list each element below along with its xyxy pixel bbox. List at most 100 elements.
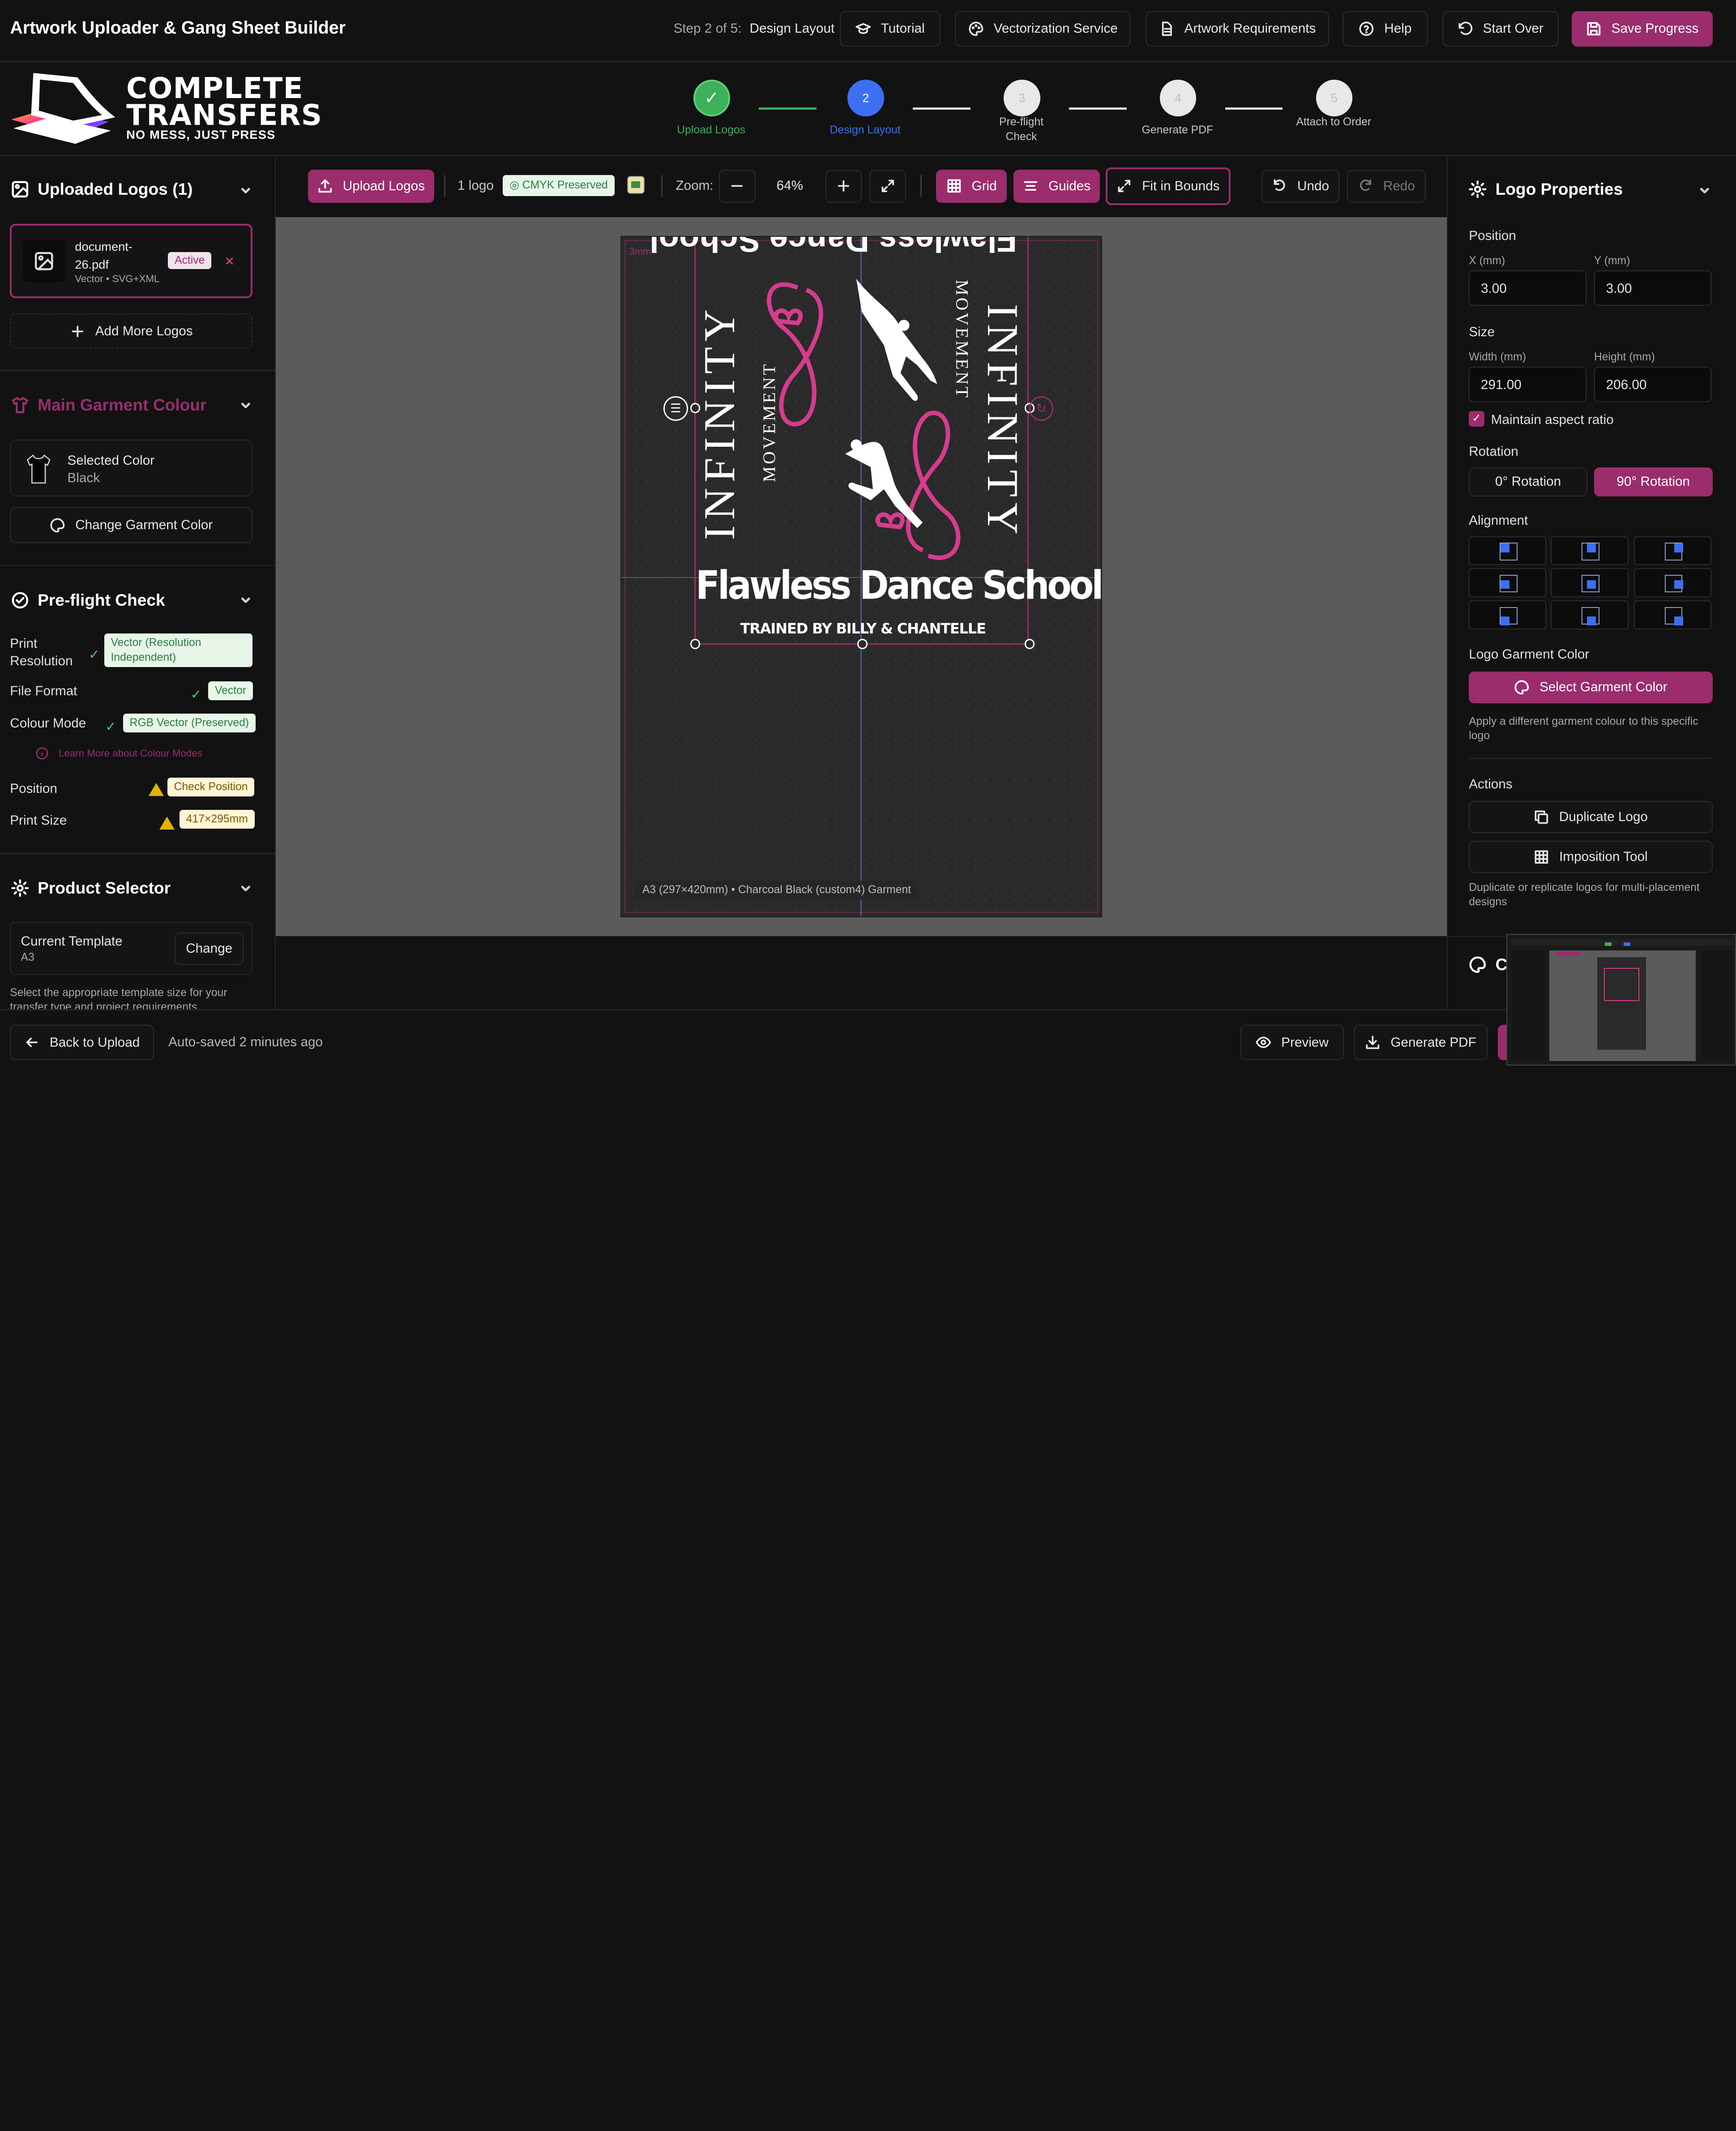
- generate-pdf-button[interactable]: Generate PDF: [1353, 1024, 1488, 1061]
- y-input[interactable]: 3.00: [1594, 270, 1712, 306]
- width-input[interactable]: 291.00: [1469, 367, 1586, 402]
- logo-count: 1 logo: [457, 178, 494, 193]
- chevron-down-icon[interactable]: [239, 594, 252, 607]
- learn-colour-modes-link[interactable]: Learn More about Colour Modes: [35, 747, 202, 760]
- align-button-r1c3[interactable]: [1633, 536, 1712, 565]
- step-5-circle[interactable]: 5: [1316, 80, 1353, 116]
- remove-logo-icon[interactable]: ✕: [224, 254, 235, 269]
- align-center-icon: [1024, 181, 1038, 191]
- grid-toggle-button[interactable]: Grid: [936, 169, 1007, 203]
- aspect-ratio-checkbox[interactable]: ✓: [1469, 411, 1484, 427]
- guides-toggle-button[interactable]: Guides: [1013, 169, 1100, 203]
- rotation-90-button[interactable]: 90° Rotation: [1594, 467, 1713, 496]
- align-icon: [1500, 607, 1518, 626]
- uploaded-logos-header[interactable]: Uploaded Logos (1): [11, 180, 192, 199]
- x-input[interactable]: 3.00: [1469, 270, 1586, 306]
- plus-icon: [838, 180, 850, 192]
- right-panel-border: [1446, 156, 1448, 1010]
- artwork-requirements-button[interactable]: Artwork Requirements: [1145, 11, 1330, 47]
- file-meta: Vector • SVG+XML: [75, 273, 160, 285]
- preflight-header[interactable]: Pre-flight Check: [11, 591, 165, 610]
- align-button-r1c2[interactable]: [1551, 536, 1629, 565]
- step-3-circle[interactable]: 3: [1003, 80, 1040, 116]
- upload-logos-button[interactable]: Upload Logos: [308, 169, 434, 203]
- logo-selection-box[interactable]: Flawless Dance School INFINITY MOVEMENT …: [650, 237, 1101, 649]
- garment-colour-header[interactable]: Main Garment Colour: [11, 395, 206, 415]
- step-4-circle[interactable]: 4: [1159, 80, 1197, 116]
- preflight-label-colour-mode: Colour Mode: [10, 715, 86, 731]
- step-1-circle[interactable]: ✓: [693, 80, 730, 116]
- chevron-down-icon[interactable]: [1698, 184, 1711, 197]
- align-button-r3c3[interactable]: [1633, 600, 1712, 629]
- start-over-button[interactable]: Start Over: [1442, 11, 1559, 47]
- duplicate-logo-button[interactable]: Duplicate Logo: [1469, 801, 1713, 833]
- preflight-value-resolution: Vector (Resolution Independent): [104, 633, 253, 667]
- shirt-icon: [12, 397, 28, 414]
- resize-handle[interactable]: [857, 639, 868, 649]
- fit-in-bounds-button[interactable]: Fit in Bounds: [1105, 167, 1231, 205]
- change-template-button[interactable]: Change: [175, 933, 244, 965]
- align-button-r3c2[interactable]: [1551, 600, 1629, 629]
- actions-help: Duplicate or replicate logos for multi-p…: [1469, 881, 1700, 908]
- align-icon: [1664, 607, 1684, 626]
- preview-button[interactable]: Preview: [1240, 1024, 1344, 1061]
- product-selector-header[interactable]: Product Selector: [11, 878, 171, 898]
- preflight-value-position: Check Position: [167, 778, 255, 797]
- step-connector: [1069, 107, 1127, 110]
- color-section-header[interactable]: C: [1469, 955, 1507, 974]
- chevron-down-icon[interactable]: [239, 399, 252, 412]
- artwork-trainer-line: TRAINED BY BILLY & CHANTELLE: [740, 620, 986, 638]
- color-swatch-icon[interactable]: [627, 176, 645, 194]
- align-icon: [1664, 543, 1684, 561]
- uploaded-logo-card[interactable]: document-26.pdf Vector • SVG+XML Active …: [10, 223, 253, 298]
- sidebar-divider: [0, 565, 275, 566]
- step-2-circle[interactable]: 2: [847, 80, 884, 116]
- resize-handle[interactable]: [1024, 639, 1035, 649]
- vectorization-button[interactable]: Vectorization Service: [955, 11, 1131, 47]
- add-more-logos-button[interactable]: Add More Logos: [10, 313, 253, 349]
- step-2-label: Design Layout: [830, 124, 901, 136]
- page-thumbnail-preview[interactable]: [1506, 934, 1736, 1066]
- select-garment-color-button[interactable]: Select Garment Color: [1469, 671, 1713, 704]
- align-button-r2c1[interactable]: [1469, 568, 1547, 597]
- help-button[interactable]: Help: [1343, 11, 1428, 47]
- a3-artboard[interactable]: 3mm Flawless Dance School INFINITY MOVEM…: [620, 236, 1103, 917]
- logo-properties-header[interactable]: Logo Properties: [1469, 180, 1623, 199]
- maximize-icon: [1118, 180, 1131, 193]
- zoom-out-button[interactable]: [718, 169, 756, 203]
- fullscreen-button[interactable]: [869, 169, 906, 203]
- layers-menu-icon[interactable]: ☰: [663, 396, 688, 421]
- rotation-0-button[interactable]: 0° Rotation: [1469, 467, 1587, 496]
- redo-icon: [1360, 179, 1371, 191]
- back-to-upload-button[interactable]: Back to Upload: [10, 1024, 154, 1061]
- toolbar-divider: [920, 175, 922, 197]
- imposition-tool-button[interactable]: Imposition Tool: [1469, 841, 1713, 873]
- save-progress-button[interactable]: Save Progress: [1572, 11, 1713, 47]
- align-button-r1c1[interactable]: [1469, 536, 1547, 565]
- resize-handle[interactable]: [690, 639, 700, 649]
- align-icon: [1582, 607, 1599, 626]
- align-button-r2c2[interactable]: [1551, 568, 1629, 597]
- chevron-down-icon[interactable]: [239, 184, 252, 197]
- toolbar-divider: [444, 175, 445, 197]
- tutorial-button[interactable]: Tutorial: [839, 11, 941, 47]
- align-button-r3c1[interactable]: [1469, 600, 1547, 629]
- cmyk-badge: ◎ CMYK Preserved: [503, 175, 615, 196]
- resize-handle[interactable]: [690, 403, 700, 413]
- size-label: Size: [1469, 325, 1495, 340]
- rotate-handle-icon[interactable]: ↻: [1029, 396, 1054, 421]
- eye-icon: [1256, 1036, 1271, 1048]
- undo-button[interactable]: Undo: [1261, 169, 1339, 203]
- zoom-in-button[interactable]: [825, 169, 862, 203]
- height-input[interactable]: 206.00: [1594, 367, 1712, 402]
- palette-icon: [50, 518, 65, 532]
- redo-button[interactable]: Redo: [1347, 169, 1426, 203]
- header-divider: [0, 61, 1736, 62]
- change-garment-color-button[interactable]: Change Garment Color: [10, 507, 253, 543]
- minus-icon: [731, 185, 743, 187]
- graduation-cap-icon: [855, 23, 871, 34]
- align-icon: [1582, 574, 1599, 593]
- chevron-down-icon[interactable]: [239, 882, 252, 895]
- align-button-r2c3[interactable]: [1633, 568, 1712, 597]
- height-label: Height (mm): [1594, 351, 1655, 364]
